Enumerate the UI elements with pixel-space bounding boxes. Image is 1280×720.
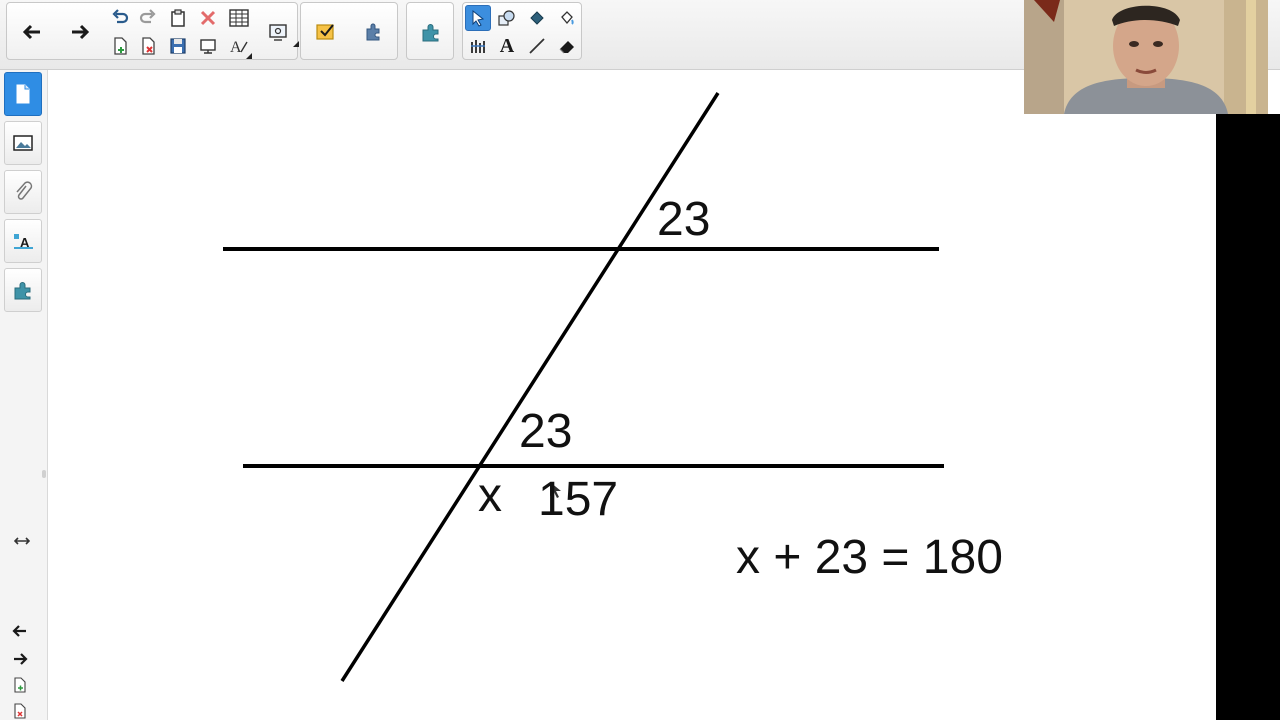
delete-x-icon — [200, 10, 216, 26]
angle-label-lower-right: 157 — [538, 473, 619, 526]
tab-page-sorter[interactable] — [4, 72, 42, 116]
svg-text:A: A — [230, 39, 242, 56]
addon-button[interactable] — [418, 19, 444, 45]
arrow-left-icon — [12, 625, 26, 637]
offscreen-area — [1216, 114, 1280, 720]
puzzle-icon — [422, 24, 439, 42]
display-button[interactable] — [195, 33, 221, 59]
side-delete-page-button[interactable] — [10, 702, 30, 720]
page-add-icon — [14, 677, 26, 693]
display-icon — [200, 39, 216, 54]
page-icon — [16, 84, 30, 104]
dropdown-corner-icon — [246, 53, 252, 59]
toolbar-group-tools: A — [462, 2, 582, 60]
tab-properties[interactable]: A — [4, 219, 42, 263]
paste-button[interactable] — [165, 5, 191, 31]
screen-shade-icon — [269, 24, 287, 41]
line-icon — [529, 38, 545, 54]
insert-table-button[interactable] — [226, 5, 252, 31]
side-back-button[interactable] — [10, 622, 30, 640]
puzzle-tools-icon — [366, 23, 380, 41]
arrow-right-icon — [72, 24, 90, 40]
select-tool-button[interactable] — [465, 5, 491, 31]
response-button[interactable] — [313, 19, 339, 45]
undo-button[interactable] — [107, 5, 133, 31]
check-note-icon — [316, 24, 334, 40]
gallery-icon — [13, 135, 33, 151]
save-button[interactable] — [165, 33, 191, 59]
transversal-line — [340, 92, 720, 682]
webcam-overlay — [1024, 0, 1268, 114]
double-arrow-icon — [14, 537, 30, 545]
redo-button[interactable] — [135, 5, 161, 31]
eraser-icon — [559, 41, 574, 54]
undo-icon — [112, 9, 129, 24]
tab-gallery[interactable] — [4, 121, 42, 165]
insert-page-button[interactable] — [107, 33, 133, 59]
fill-icon — [530, 11, 544, 25]
equation-text: x + 23 = 180 — [736, 531, 1003, 584]
delete-page-button[interactable] — [135, 33, 161, 59]
screen-shade-button[interactable] — [265, 19, 299, 47]
clipboard-icon — [171, 9, 185, 27]
angle-label-lower-upper: 23 — [519, 405, 573, 458]
paint-bucket-icon — [561, 11, 574, 25]
page-delete-icon — [142, 37, 155, 55]
toolbar-group-response — [300, 2, 398, 60]
forward-button[interactable] — [67, 19, 93, 45]
panel-splitter-handle[interactable] — [42, 470, 46, 478]
tools-addon-button[interactable] — [361, 19, 387, 45]
redo-icon — [139, 9, 156, 24]
tab-add-ons[interactable] — [4, 268, 42, 312]
move-sidebar-button[interactable] — [12, 532, 32, 550]
pen-icon — [471, 40, 485, 53]
side-insert-page-button[interactable] — [10, 676, 30, 694]
delete-button[interactable] — [195, 5, 221, 31]
paperclip-icon — [16, 181, 33, 200]
angle-label-upper-right: 23 — [657, 193, 711, 246]
side-tab-bar: A — [0, 70, 48, 720]
page-add-icon — [114, 37, 127, 55]
text-tool-button[interactable]: A — [494, 33, 520, 59]
back-button[interactable] — [19, 19, 45, 45]
page-delete-icon — [14, 703, 26, 719]
line-tool-button[interactable] — [524, 33, 550, 59]
side-forward-button[interactable] — [10, 650, 30, 668]
diagram-drawing — [223, 92, 944, 682]
fill-tool-button[interactable] — [524, 5, 550, 31]
tab-attachments[interactable] — [4, 170, 42, 214]
save-icon — [170, 38, 186, 54]
arrow-left-icon — [22, 24, 40, 40]
angle-label-x: x — [478, 469, 502, 522]
shapes-tool-button[interactable] — [494, 5, 520, 31]
shapes-icon — [498, 10, 515, 26]
properties-icon: A — [14, 234, 33, 250]
text-icon: A — [499, 34, 515, 57]
pointer-icon — [472, 9, 485, 27]
arrow-right-icon — [14, 653, 28, 665]
whiteboard-canvas[interactable]: 23 23 x 157 x + 23 = 180 — [50, 70, 1216, 720]
table-icon — [229, 9, 249, 27]
pen-tool-button[interactable] — [465, 33, 491, 59]
paint-bucket-button[interactable] — [554, 5, 580, 31]
presenter-video — [1024, 0, 1268, 114]
eraser-tool-button[interactable] — [554, 33, 580, 59]
handwriting-text-button[interactable]: A — [226, 33, 252, 59]
puzzle-icon — [14, 282, 31, 300]
dropdown-corner-icon — [293, 41, 299, 47]
toolbar-group-edit: A — [6, 2, 299, 60]
toolbar-group-addon — [406, 2, 454, 60]
